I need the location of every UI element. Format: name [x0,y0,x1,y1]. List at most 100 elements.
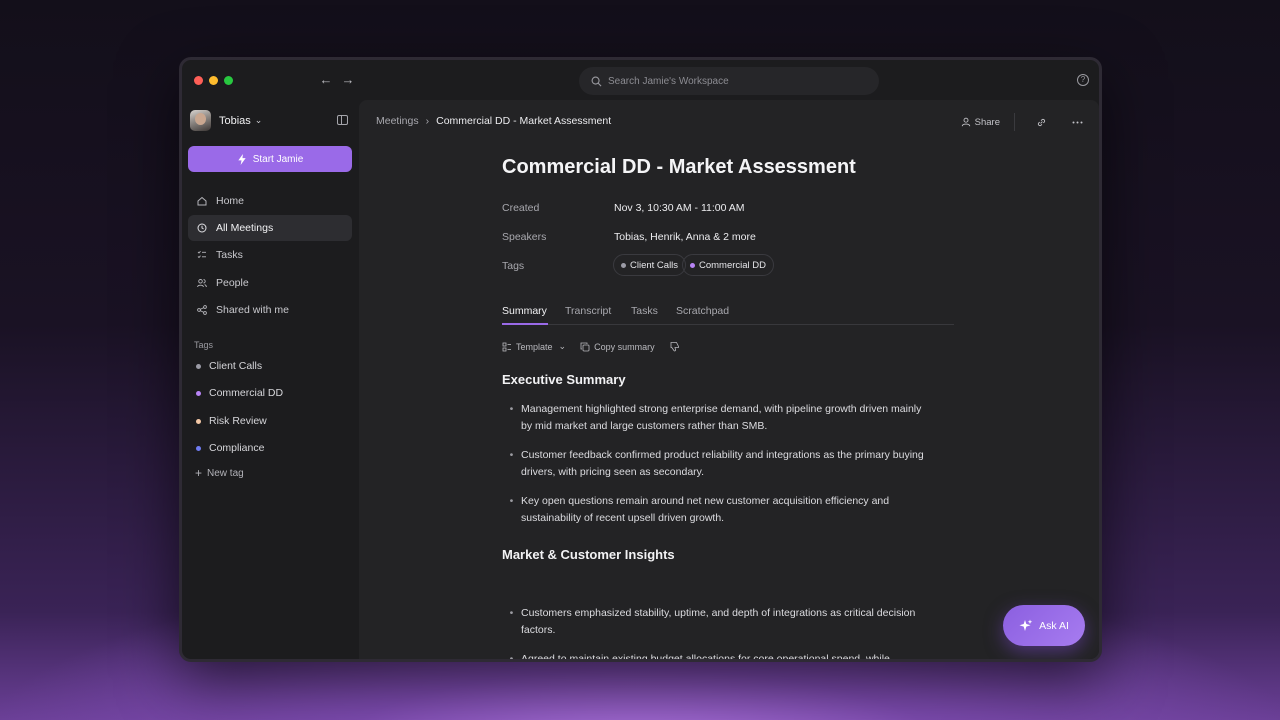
bullet-icon: • [509,653,514,662]
tag-chip-commercial-dd[interactable]: Commercial DD [682,254,775,276]
speakers-value[interactable]: Tobias, Henrik, Anna & 2 more [614,231,756,243]
sidebar-item-label: Tasks [216,249,243,261]
sidebar-tag-client-calls[interactable]: Client Calls [196,360,262,372]
tab-scratchpad[interactable]: Scratchpad [676,305,729,317]
section-heading: Market & Customer Insights [502,547,675,562]
sidebar-item-people[interactable]: People [188,270,352,296]
avatar [190,110,211,131]
breadcrumb-meetings-link[interactable]: Meetings [376,115,419,127]
search-icon [591,76,602,86]
summary-toolbar: Template ⌄ Copy summary [502,341,698,352]
sidebar-tag-compliance[interactable]: Compliance [196,442,264,454]
home-icon [197,196,207,206]
start-jamie-button[interactable]: Start Jamie [188,146,352,172]
tasks-icon [197,250,206,259]
new-tag-button[interactable]: + New tag [195,466,244,480]
copy-summary-label: Copy summary [594,341,655,352]
app-window: ← → Search Jamie's Workspace ? Tobias ⌄ … [179,57,1102,662]
list-item: • Customers emphasized stability, uptime… [502,605,932,639]
thumbs-down-button[interactable] [669,341,684,352]
minimize-window-button[interactable] [209,76,218,85]
maximize-window-button[interactable] [224,76,233,85]
close-window-button[interactable] [194,76,203,85]
tab-transcript[interactable]: Transcript [565,305,611,317]
thumbs-down-icon [670,342,679,352]
list-item-text: Customer feedback confirmed product reli… [521,449,924,478]
section-heading: Executive Summary [502,372,626,387]
top-actions: Share [955,112,1087,132]
active-tab-indicator [502,323,548,325]
template-dropdown[interactable]: Template ⌄ [502,341,566,352]
created-label: Created [502,202,540,214]
main-content: Meetings › Commercial DD - Market Assess… [359,100,1099,662]
user-menu[interactable]: Tobias ⌄ [190,110,262,131]
sidebar-item-shared[interactable]: Shared with me [188,297,352,323]
tag-label: Risk Review [209,415,267,427]
list-item: • Customer feedback confirmed product re… [502,447,932,481]
list-item-text: Agreed to maintain existing budget alloc… [521,653,890,662]
link-icon [1037,118,1045,126]
speakers-label: Speakers [502,231,547,243]
tag-chip-label: Commercial DD [699,259,767,271]
tag-dot-icon [690,262,695,268]
copy-summary-button[interactable]: Copy summary [580,342,655,352]
person-icon [961,117,970,127]
titlebar: ← → Search Jamie's Workspace ? [182,60,1099,100]
tag-chip-client-calls[interactable]: Client Calls [613,254,687,276]
sidebar-item-tasks[interactable]: Tasks [188,242,352,268]
list-item-text: Customers emphasized stability, uptime, … [521,607,916,636]
tag-label: Commercial DD [209,387,284,399]
copy-link-button[interactable] [1031,112,1051,132]
ask-ai-label: Ask AI [1039,619,1069,632]
tab-summary[interactable]: Summary [502,305,547,317]
tag-label: Client Calls [209,360,263,372]
tab-tasks[interactable]: Tasks [631,305,658,317]
tags-label: Tags [502,260,525,272]
user-name: Tobias [219,114,251,127]
forward-arrow-icon[interactable]: → [340,72,356,88]
people-icon [197,279,207,288]
sidebar-item-label: All Meetings [216,222,274,234]
list-item: • Key open questions remain around net n… [502,493,932,527]
new-tag-label: New tag [207,467,244,479]
list-item-text: Management highlighted strong enterprise… [521,403,922,432]
sidebar-tag-commercial-dd[interactable]: Commercial DD [196,387,283,399]
tag-label: Compliance [209,442,265,454]
bullet-icon: • [509,607,514,619]
sidebar-tag-risk-review[interactable]: Risk Review [196,415,267,427]
sidebar-toggle-icon[interactable] [337,115,348,125]
search-input[interactable]: Search Jamie's Workspace [579,67,879,95]
tag-dot-icon [196,390,201,396]
clock-icon [197,223,207,233]
more-options-button[interactable] [1067,112,1087,132]
tag-dot-icon [196,418,201,424]
sidebar-item-all-meetings[interactable]: All Meetings [188,215,352,241]
search-placeholder: Search Jamie's Workspace [608,75,729,87]
sidebar: Tobias ⌄ Start Jamie Home All Meetings T… [182,100,358,659]
share-label: Share [974,116,1000,128]
breadcrumb: Meetings › Commercial DD - Market Assess… [376,115,611,127]
help-icon[interactable]: ? [1077,74,1089,86]
share-button[interactable]: Share [955,112,1006,132]
bullet-icon: • [509,495,514,507]
plus-icon: + [195,466,203,480]
start-jamie-label: Start Jamie [252,153,304,165]
tag-dot-icon [196,445,201,451]
share-icon [197,305,207,315]
list-item: • Agreed to maintain existing budget all… [502,651,932,662]
divider [1014,113,1015,131]
chevron-down-icon: ⌄ [254,115,263,125]
sidebar-item-label: Home [216,195,245,207]
list-item: • Management highlighted strong enterpri… [502,401,932,435]
bullet-icon: • [509,403,514,415]
sidebar-item-home[interactable]: Home [188,188,352,214]
sparkle-icon [1019,619,1033,631]
ask-ai-button[interactable]: Ask AI [1003,605,1085,646]
tag-dot-icon [196,363,201,369]
created-value: Nov 3, 10:30 AM - 11:00 AM [614,202,745,214]
doc-tabs: Summary Transcript Tasks Scratchpad [502,301,954,325]
back-arrow-icon[interactable]: ← [318,72,334,88]
page-title: Commercial DD - Market Assessment [502,156,856,178]
list-item-text: Key open questions remain around net new… [521,495,890,524]
tags-heading: Tags [194,340,214,350]
